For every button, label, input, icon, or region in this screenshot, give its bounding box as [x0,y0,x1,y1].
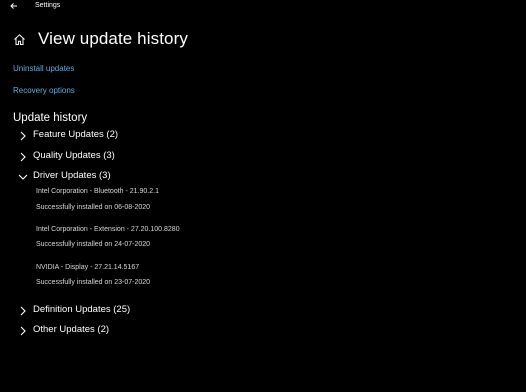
driver-entry-title[interactable]: Intel Corporation - Bluetooth - 21.90.2.… [36,187,159,197]
back-arrow-icon[interactable] [9,0,19,12]
window-title: Settings [35,2,61,9]
driver-entry-status: Successfully installed on 06-08-2020 [36,204,151,211]
chevron-down-icon [17,170,29,182]
chevron-right-icon [17,129,29,141]
other-updates-label: Other Updates (2) [33,324,110,335]
quality-updates-group[interactable]: Quality Updates (3) [17,148,115,164]
chevron-right-icon [17,304,29,316]
title-bar: Settings [0,0,526,14]
driver-entry-title[interactable]: Intel Corporation - Extension - 27.20.10… [36,225,180,235]
driver-entry-title[interactable]: NVIDIA - Display - 27.21.14.5167 [36,263,139,273]
page-title: View update history [38,29,188,48]
definition-updates-label: Definition Updates (25) [33,304,131,315]
chevron-right-icon [17,324,29,336]
feature-updates-label: Feature Updates (2) [33,129,119,140]
driver-updates-group[interactable]: Driver Updates (3) [17,168,111,184]
chevron-right-icon [17,150,29,162]
quality-updates-label: Quality Updates (3) [33,150,115,161]
driver-entry-status: Successfully installed on 23-07-2020 [36,279,151,286]
driver-updates-label: Driver Updates (3) [33,170,111,181]
page-header: View update history [13,27,188,51]
home-icon[interactable] [13,33,26,46]
recovery-options-link[interactable]: Recovery options [13,86,75,96]
driver-entry-status: Successfully installed on 24-07-2020 [36,241,151,248]
update-history-heading: Update history [13,112,88,124]
feature-updates-group[interactable]: Feature Updates (2) [17,127,118,143]
other-updates-group[interactable]: Other Updates (2) [17,322,109,338]
uninstall-updates-link[interactable]: Uninstall updates [13,64,74,74]
definition-updates-group[interactable]: Definition Updates (25) [17,302,130,318]
